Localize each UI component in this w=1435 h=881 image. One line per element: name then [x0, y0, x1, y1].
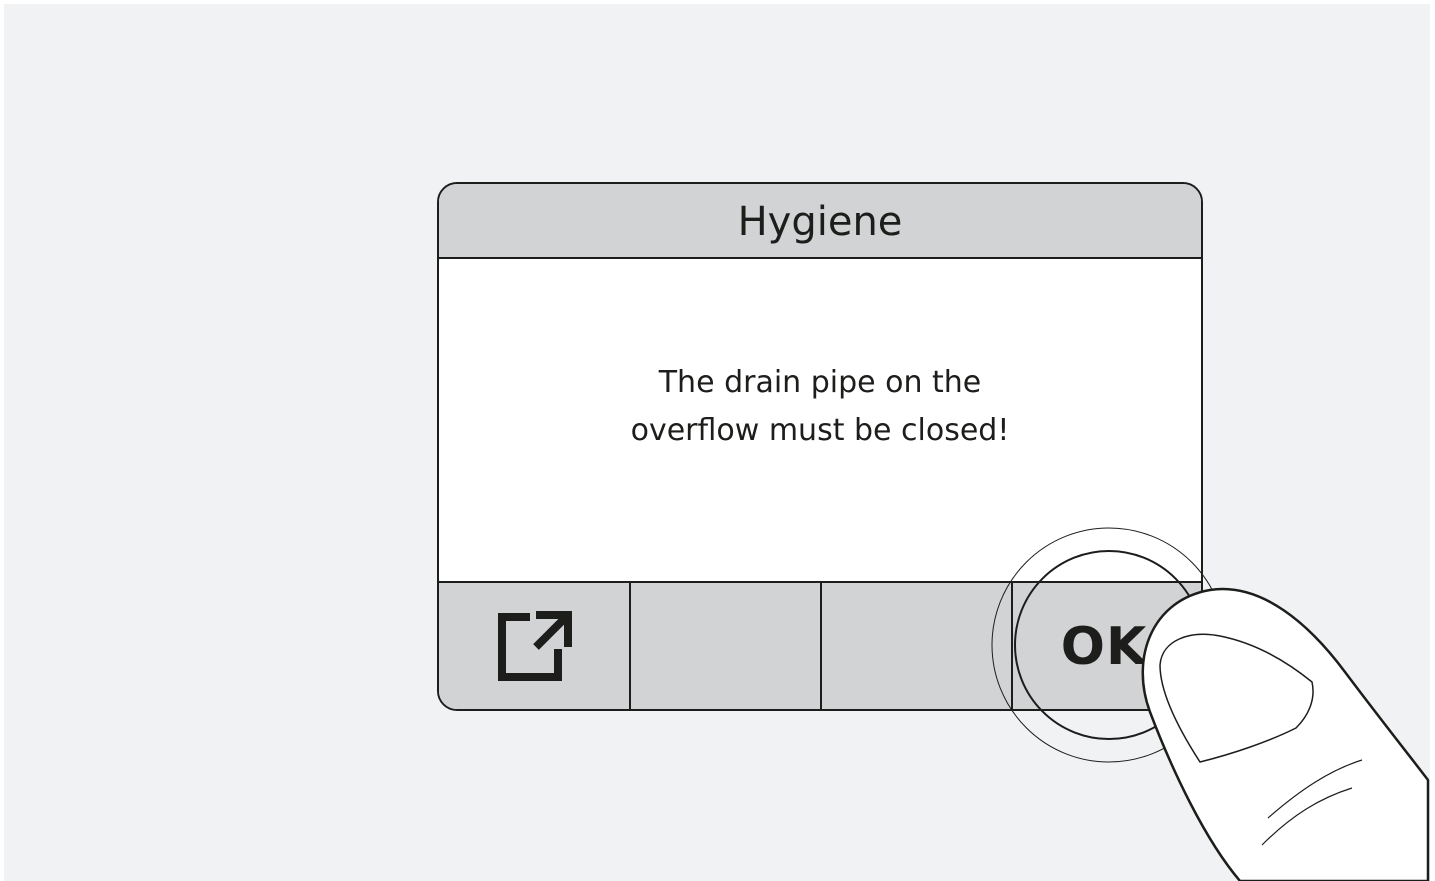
softkey-3[interactable]	[822, 583, 1013, 709]
message-line: overflow must be closed!	[630, 413, 1010, 448]
dialog-message: The drain pipe on the overflow must be c…	[439, 259, 1201, 581]
softkey-2[interactable]	[631, 583, 822, 709]
softkey-bar: OK	[439, 581, 1201, 709]
ok-button[interactable]: OK	[1013, 583, 1201, 709]
export-icon	[496, 607, 572, 687]
dialog-title: Hygiene	[737, 198, 903, 245]
hygiene-dialog: Hygiene The drain pipe on the overflow m…	[437, 182, 1203, 711]
message-line: The drain pipe on the	[658, 365, 982, 400]
export-button[interactable]	[439, 583, 631, 709]
ok-label: OK	[1060, 617, 1148, 677]
dialog-title-bar: Hygiene	[439, 184, 1201, 259]
